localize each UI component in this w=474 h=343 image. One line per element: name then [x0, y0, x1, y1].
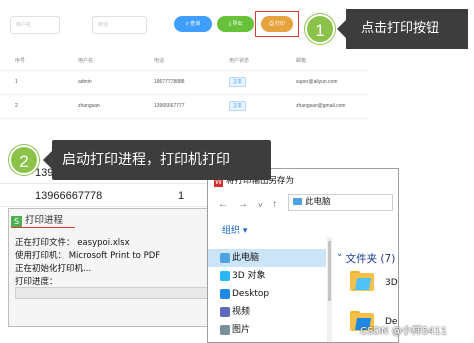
cell-count: 1: [178, 190, 185, 202]
folder-icon[interactable]: [350, 271, 376, 293]
printing-file-line: 正在打印文件： easypoi.xlsx: [15, 238, 130, 248]
table-header-row: 序号 用户名 电话 用户状态 邮箱: [0, 52, 368, 71]
folder-name: 3D: [385, 278, 398, 288]
chevron-down-icon: ˅: [337, 253, 343, 265]
tree-item-label: Desktop: [232, 289, 270, 299]
print-progress-bar: [15, 287, 211, 299]
step-2-callout: 启动打印进程，打印机打印: [43, 140, 271, 180]
progress-label: 打印进度：: [15, 277, 58, 287]
table-row[interactable]: 2 zhangsan 13966667777 正常 zhangsan@gmail…: [0, 94, 368, 119]
tree-item-videos[interactable]: 视频: [208, 303, 326, 321]
cell-index: 1: [0, 70, 78, 95]
picture-icon: [220, 325, 230, 335]
computer-icon: [293, 198, 302, 205]
init-status-line: 正在初始化打印机...: [15, 264, 92, 274]
table-row[interactable]: 1 admin 18677778888 正常 super@aliyun.com: [0, 70, 368, 95]
scrollbar-thumb[interactable]: [328, 241, 331, 301]
organize-label: 组织: [222, 226, 241, 236]
computer-icon: [220, 253, 230, 263]
watermark: CSDN @小样5411: [360, 326, 448, 337]
status-badge: 正常: [229, 101, 246, 111]
address-breadcrumb[interactable]: 此电脑: [288, 194, 393, 211]
status-badge: 正常: [229, 77, 246, 87]
print-window-title: S 打印进程: [11, 212, 63, 228]
cell-index: 2: [0, 94, 78, 119]
header-username: 用户名: [78, 52, 154, 71]
search-label: 查询: [190, 21, 201, 27]
header-index: 序号: [0, 52, 78, 71]
header-email: 邮箱: [296, 52, 368, 71]
cell-phone: 18677778888: [154, 70, 229, 95]
tree-item-label: 3D 对象: [232, 271, 266, 281]
header-phone: 电话: [154, 52, 229, 71]
step-1-callout: 点击打印按钮: [337, 9, 468, 49]
step-1-number-badge: 1: [305, 14, 335, 44]
tree-item-this-pc[interactable]: 此电脑: [208, 249, 326, 267]
up-arrow-icon[interactable]: ↑: [272, 199, 277, 210]
cell-phone: 13966667778: [35, 190, 103, 202]
video-icon: [220, 307, 230, 317]
print-button-highlight: [255, 11, 299, 37]
cell-username: admin: [78, 70, 154, 95]
tree-scrollbar[interactable]: [327, 237, 332, 342]
save-print-output-dialog: W 将打印输出另存为 ← → ˅ ↑ 此电脑 组织 ▾ 此电脑 3D 对象 Des…: [207, 168, 399, 343]
header-status: 用户状态: [229, 52, 296, 71]
export-label: 导出: [232, 21, 243, 27]
tree-item-3d-objects[interactable]: 3D 对象: [208, 267, 326, 285]
search-button[interactable]: ⌕查询: [174, 16, 212, 32]
tree-item-label: 图片: [232, 325, 251, 335]
search-icon: ⌕: [185, 21, 190, 27]
cell-email: super@aliyun.com: [296, 70, 368, 95]
print-window-title-text: 打印进程: [25, 215, 64, 226]
app-logo-icon: S: [11, 216, 22, 227]
cube-icon: [220, 271, 230, 281]
cell-username: zhangsan: [78, 94, 154, 119]
chevron-down-icon[interactable]: ˅: [258, 201, 263, 210]
export-icon: ⤓: [228, 21, 232, 27]
desktop-icon: [220, 289, 230, 299]
cell-phone: 13966667777: [154, 94, 229, 119]
export-button[interactable]: ⤓导出: [217, 16, 254, 32]
step-2-number-badge: 2: [9, 145, 39, 175]
phone-search-input[interactable]: 电话: [92, 16, 147, 34]
tree-item-desktop[interactable]: Desktop: [208, 285, 326, 303]
cell-email: zhangsan@gmail.com: [296, 94, 368, 119]
title-highlight-underline: [11, 227, 75, 228]
folders-group-label: 文件夹 (7): [345, 253, 396, 265]
user-table: 序号 用户名 电话 用户状态 邮箱 1 admin 18677778888 正常…: [0, 52, 368, 119]
tree-item-label: 视频: [232, 307, 251, 317]
print-progress-window: S 打印进程 正在打印文件： easypoi.xlsx 使用打印机： Micros…: [8, 208, 216, 327]
printer-line: 使用打印机： Microsoft Print to PDF: [15, 251, 161, 261]
table-row: 13966667778 1: [0, 187, 215, 207]
organize-menu[interactable]: 组织 ▾: [222, 223, 247, 236]
folders-group-header[interactable]: ˅ 文件夹 (7): [337, 251, 395, 266]
tree-item-label: 此电脑: [232, 253, 260, 263]
forward-arrow-icon[interactable]: →: [238, 199, 248, 210]
breadcrumb-text: 此电脑: [305, 197, 331, 207]
username-search-input[interactable]: 用户名: [10, 16, 60, 34]
back-arrow-icon[interactable]: ←: [218, 199, 228, 210]
tree-item-pictures[interactable]: 图片: [208, 321, 326, 339]
